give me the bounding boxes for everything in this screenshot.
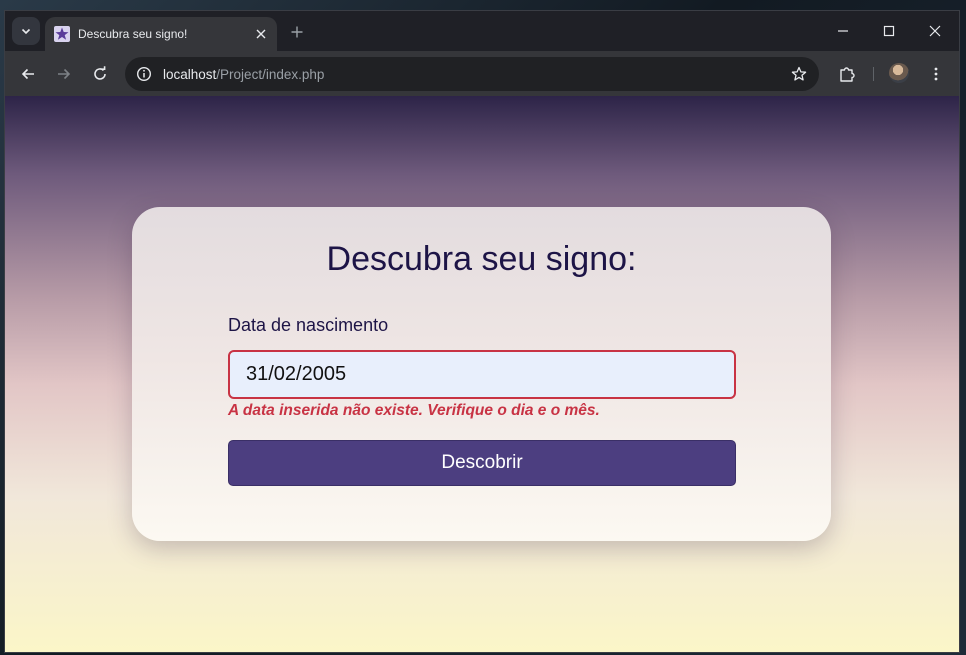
menu-button[interactable]	[922, 60, 950, 88]
error-message: A data inserida não existe. Verifique o …	[228, 402, 600, 419]
bookmark-button[interactable]	[789, 64, 809, 84]
minimize-icon	[838, 30, 848, 32]
address-path: /Project/index.php	[216, 67, 325, 82]
avatar[interactable]	[889, 63, 909, 83]
maximize-button[interactable]	[867, 16, 911, 46]
tab-search-button[interactable]	[12, 17, 40, 45]
maximize-icon	[883, 25, 895, 37]
star-outline-icon	[791, 66, 807, 81]
tab-title: Descubra seu signo!	[78, 27, 188, 41]
reload-icon	[94, 66, 106, 80]
close-window-button[interactable]	[913, 16, 957, 46]
page-title: Descubra seu signo:	[326, 240, 637, 278]
birthdate-input[interactable]	[228, 350, 736, 399]
puzzle-icon	[840, 67, 855, 82]
browser-window: Descubra seu signo! localhost/Project/in…	[4, 10, 960, 653]
tab-close-button[interactable]	[251, 24, 271, 44]
close-icon	[256, 29, 266, 39]
kebab-menu-icon	[934, 67, 938, 81]
address-host: localhost	[163, 67, 217, 82]
chevron-down-icon	[21, 28, 31, 35]
info-icon[interactable]	[134, 64, 154, 84]
birthdate-label: Data de nascimento	[228, 315, 389, 335]
close-icon	[929, 25, 941, 37]
reload-button[interactable]	[86, 60, 114, 88]
toolbar-divider	[873, 67, 874, 81]
tab-active[interactable]: Descubra seu signo!	[45, 17, 277, 51]
address-url: localhost/Project/index.php	[163, 67, 324, 82]
tab-strip: Descubra seu signo!	[5, 11, 959, 51]
minimize-button[interactable]	[821, 16, 865, 46]
browser-toolbar: localhost/Project/index.php	[5, 51, 959, 96]
forward-arrow-icon	[58, 68, 71, 80]
page-viewport: Descubra seu signo: Data de nascimento A…	[5, 96, 959, 652]
new-tab-button[interactable]	[286, 21, 308, 43]
forward-button[interactable]	[50, 60, 78, 88]
address-bar[interactable]: localhost/Project/index.php	[125, 57, 819, 91]
zodiac-form-card: Descubra seu signo: Data de nascimento A…	[132, 207, 831, 541]
back-arrow-icon	[21, 68, 34, 80]
plus-icon	[291, 26, 303, 38]
back-button[interactable]	[14, 60, 42, 88]
discover-button[interactable]: Descobrir	[228, 440, 736, 486]
extensions-button[interactable]	[833, 60, 861, 88]
star-icon	[54, 26, 70, 42]
